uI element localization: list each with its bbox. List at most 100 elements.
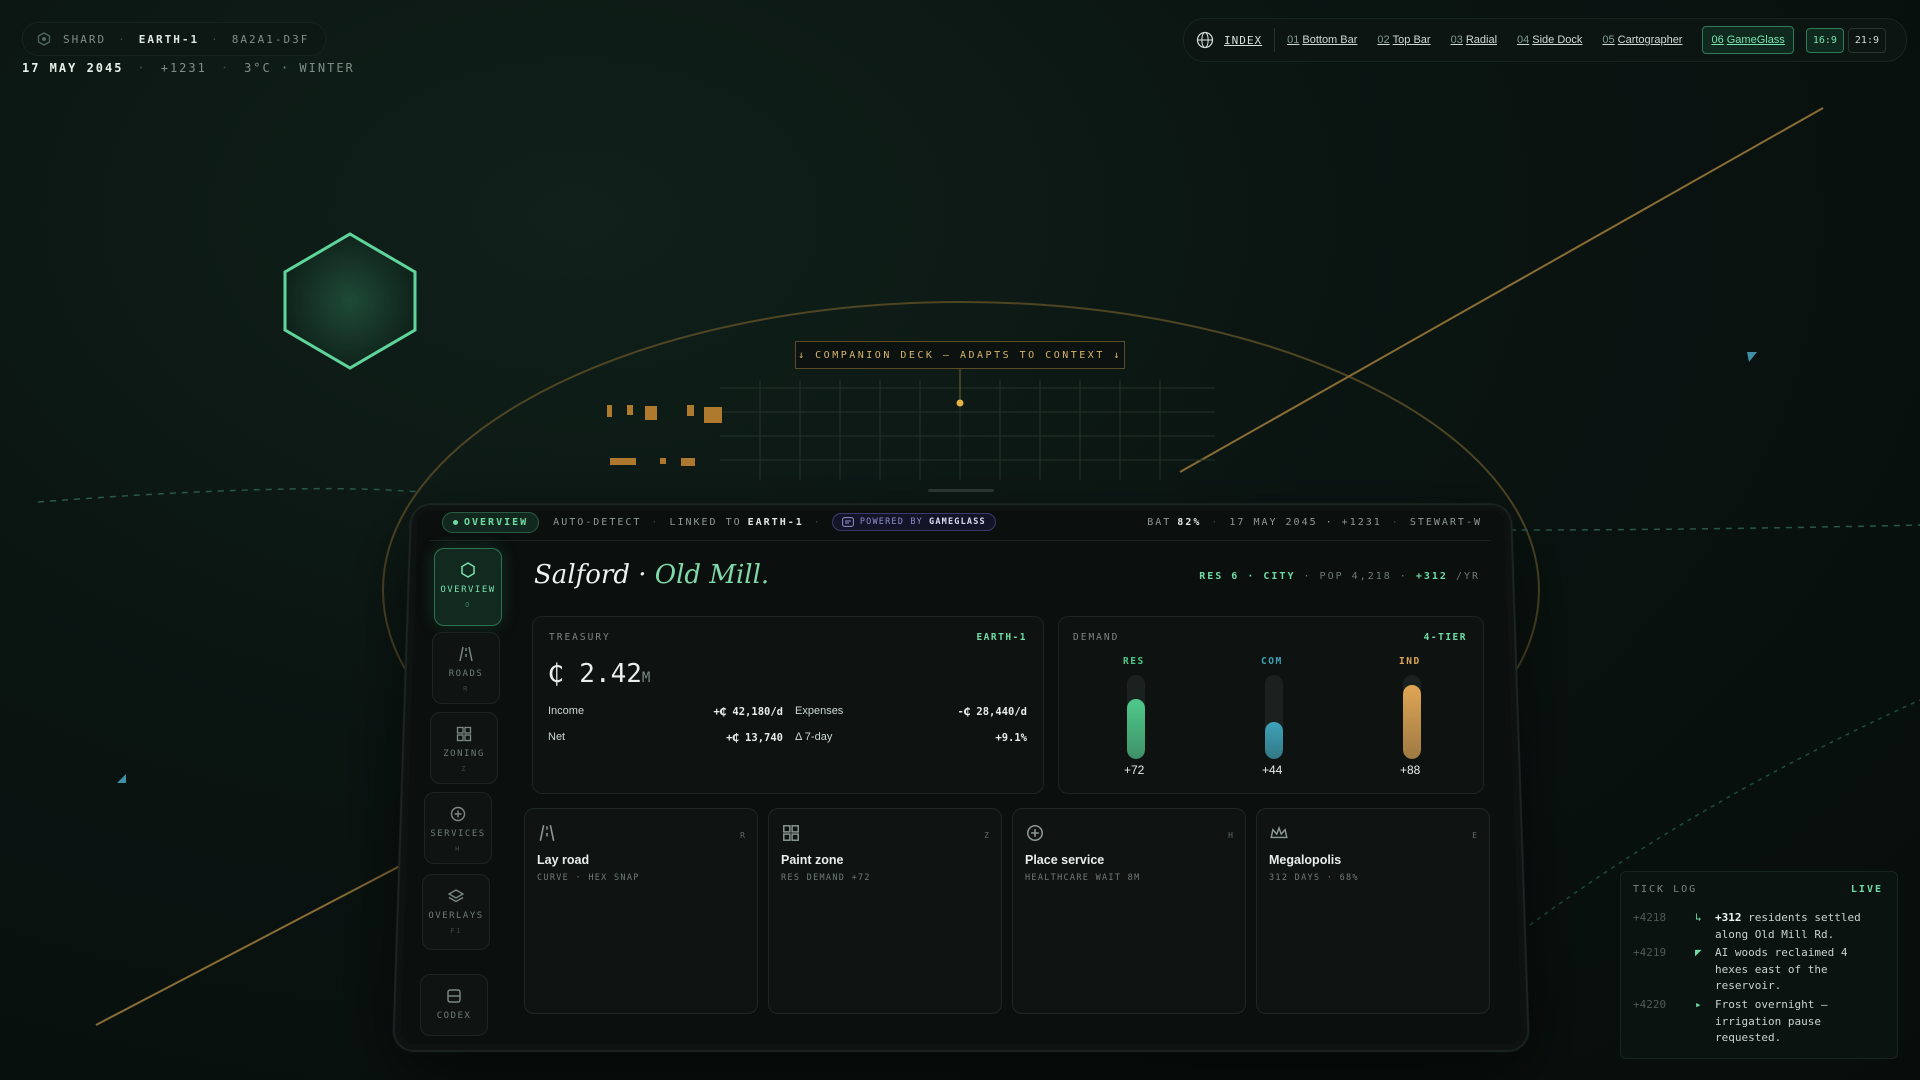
nav-link-number: 03 — [1450, 34, 1463, 46]
grid-icon — [783, 825, 799, 841]
sidebar-item-overlays[interactable]: OVERLAYS F1 — [422, 874, 490, 950]
mode-pill[interactable]: OVERVIEW — [442, 511, 540, 533]
action-title: Place service — [1025, 853, 1105, 867]
nav-link-number: 05 — [1602, 34, 1615, 46]
sidebar-item-services[interactable]: SERVICES H — [424, 792, 492, 864]
device-user: STEWART-W — [1409, 516, 1482, 528]
game-date: 17 MAY 2045 — [22, 61, 124, 75]
city-name: Salford — [534, 560, 630, 590]
linked-prefix: LINKED TO — [669, 516, 742, 528]
index-link[interactable]: INDEX — [1224, 34, 1262, 47]
population: POP 4,218 — [1319, 571, 1392, 582]
powered-by-badge: POWERED BY GAMEGLASS — [831, 513, 996, 531]
log-text: AI woods reclaimed 4 hexes east of the r… — [1715, 945, 1887, 995]
action-place-service[interactable]: H Place service HEALTHCARE WAIT 8M — [1012, 808, 1246, 1014]
sidebar-item-key: Z — [461, 765, 467, 773]
sidebar-item-label: SERVICES — [430, 829, 486, 839]
shard-hash: 8A2A1-D3F — [231, 32, 310, 46]
action-desc: HEALTHCARE WAIT 8M — [1025, 873, 1141, 883]
nav-link-4[interactable]: 04 Side Dock — [1517, 34, 1582, 46]
log-message: AI woods reclaimed 4 hexes east of the r… — [1715, 946, 1848, 992]
sidebar-item-label: CODEX — [436, 1011, 472, 1021]
income-value: +₵ 42,180/d — [713, 706, 783, 718]
crown-icon — [1270, 825, 1288, 839]
log-entry: +4220 ▸ Frost overnight — irrigation pause… — [1633, 997, 1889, 1047]
device-status-bar: OVERVIEW AUTO-DETECT · LINKED TO EARTH-1… — [442, 507, 1482, 537]
log-marker-icon: ◤ — [1695, 946, 1702, 959]
expenses-label: Expenses — [795, 705, 844, 717]
action-desc: RES DEMAND +72 — [781, 873, 871, 883]
game-tick: +1231 — [160, 61, 207, 75]
nav-link-2[interactable]: 02 Top Bar — [1377, 34, 1430, 46]
linked-world: EARTH-1 — [747, 516, 804, 528]
log-tick: +4218 — [1633, 911, 1667, 924]
sidebar-item-label: ROADS — [448, 669, 484, 679]
nav-link-label: Cartographer — [1617, 34, 1683, 46]
road-icon — [539, 825, 555, 841]
log-entry: +4219 ◤ AI woods reclaimed 4 hexes east of… — [1633, 945, 1889, 995]
nav-link-label: Side Dock — [1532, 34, 1583, 46]
treasury-amount: ₵ 2.42 — [548, 659, 642, 689]
shard-status: SHARD · EARTH-1 · 8A2A1-D3F — [22, 22, 327, 56]
treasury-label: TREASURY — [549, 632, 611, 643]
demand-tag: 4-TIER — [1423, 632, 1467, 643]
demand-label: DEMAND — [1073, 632, 1120, 643]
action-lay-road[interactable]: R Lay road CURVE · HEX SNAP — [524, 808, 758, 1014]
city-meta: RES 6 · CITY · POP 4,218 · +312 /YR — [1199, 571, 1480, 582]
sidebar-item-label: OVERLAYS — [428, 911, 484, 921]
demand-bar-label: COM — [1261, 656, 1283, 667]
action-key: H — [1228, 831, 1233, 840]
shard-label: SHARD — [63, 32, 107, 46]
demand-bar-label: RES — [1123, 656, 1145, 667]
powered-brand: GAMEGLASS — [929, 517, 986, 527]
sidebar-item-codex[interactable]: CODEX — [420, 974, 488, 1036]
log-marker-icon: ▸ — [1695, 998, 1702, 1011]
action-paint-zone[interactable]: Z Paint zone RES DEMAND +72 — [768, 808, 1002, 1014]
layers-icon — [447, 889, 465, 903]
sidebar-item-key: O — [465, 601, 471, 609]
hexagon-icon — [461, 562, 475, 578]
road-icon — [459, 646, 473, 662]
device-date: 17 MAY 2045 · +1231 — [1229, 516, 1382, 528]
delta-value: +9.1% — [995, 732, 1027, 744]
delta-label: Δ 7-day — [795, 731, 833, 743]
action-desc: CURVE · HEX SNAP — [537, 873, 640, 883]
auto-detect[interactable]: AUTO-DETECT — [553, 517, 641, 528]
net-value: +₵ 13,740 — [726, 732, 783, 744]
sidebar-item-overview[interactable]: OVERVIEW O — [434, 548, 502, 626]
nav-link-3[interactable]: 03 Radial — [1451, 34, 1497, 46]
nav-link-6[interactable]: 06 GameGlass — [1702, 26, 1794, 54]
net-label: Net — [548, 731, 566, 743]
live-indicator: LIVE — [1850, 884, 1883, 895]
mode-label: OVERVIEW — [464, 516, 529, 528]
book-icon — [447, 989, 461, 1003]
action-key: Z — [984, 831, 989, 840]
plus-circle-icon — [450, 806, 466, 822]
demand-bar-label: IND — [1399, 656, 1421, 667]
sidebar-item-key: F1 — [450, 927, 462, 935]
nav-link-number: 04 — [1517, 34, 1530, 46]
treasury-value: ₵ 2.42M — [548, 659, 650, 689]
demand-bar-res — [1127, 675, 1145, 759]
nav-link-1[interactable]: 01 Bottom Bar — [1287, 34, 1357, 46]
companion-deck-banner: ↓ COMPANION DECK — ADAPTS TO CONTEXT ↓ — [795, 341, 1125, 369]
aspect-ratio-0[interactable]: 16:9 — [1805, 27, 1844, 53]
sidebar-item-roads[interactable]: ROADS R — [432, 632, 500, 704]
treasury-unit: M — [641, 670, 651, 686]
nav-link-label: Radial — [1465, 34, 1498, 46]
sidebar-item-label: OVERVIEW — [440, 585, 496, 595]
expenses-value: -₵ 28,440/d — [957, 706, 1027, 718]
aspect-ratio-1[interactable]: 21:9 — [1847, 27, 1886, 53]
city-title: Salford · Old Mill. — [534, 560, 770, 590]
globe-icon[interactable] — [1196, 31, 1214, 49]
log-message: Frost overnight — irrigation pause reque… — [1715, 998, 1828, 1044]
tick-log: TICK LOG LIVE +4218 ↳ +312 residents settl… — [1620, 871, 1898, 1059]
nav-link-label: Top Bar — [1392, 34, 1431, 46]
gameglass-icon — [841, 517, 854, 527]
action-megalopolis[interactable]: E Megalopolis 312 DAYS · 68% — [1256, 808, 1490, 1014]
nav-link-number: 02 — [1377, 34, 1390, 46]
nav-link-5[interactable]: 05 Cartographer — [1602, 34, 1682, 46]
powered-prefix: POWERED BY — [859, 517, 923, 527]
sidebar-item-zoning[interactable]: ZONING Z — [430, 712, 498, 784]
device-handle — [928, 489, 994, 492]
